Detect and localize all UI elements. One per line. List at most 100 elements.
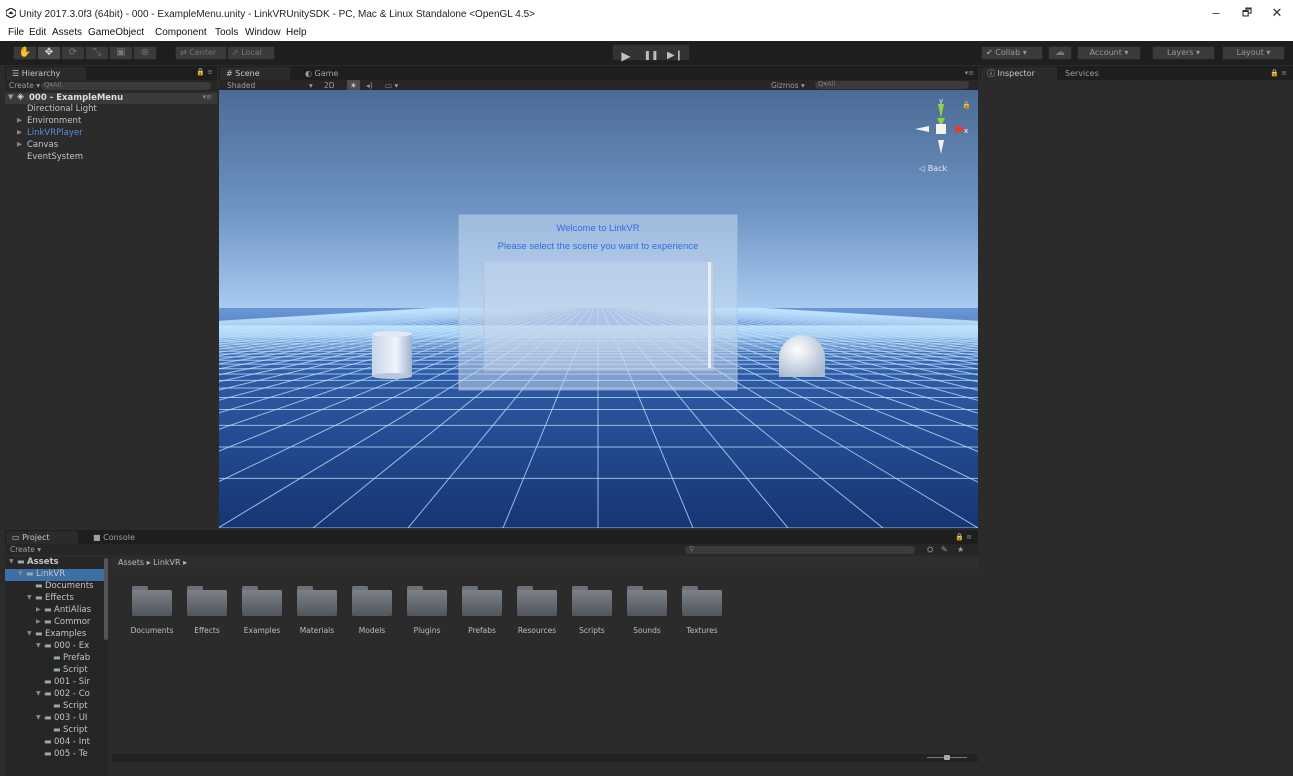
menu-edit[interactable]: Edit bbox=[29, 27, 46, 38]
maximize-button[interactable]: 🗗 bbox=[1232, 5, 1262, 21]
project-search-input[interactable]: ⚲ bbox=[685, 545, 915, 554]
project-create-button[interactable]: Create ▾ bbox=[10, 544, 41, 555]
project-tree-item[interactable]: ▬ Script bbox=[5, 725, 104, 737]
hierarchy-scene-row[interactable]: ▼ ◈ 000 - ExampleMenu ▾≡ bbox=[5, 92, 217, 104]
project-tree-item[interactable]: ▬ 001 - Sir bbox=[5, 677, 104, 689]
gizmo-back-label[interactable]: ◁ Back bbox=[919, 164, 947, 173]
tab-services[interactable]: Services bbox=[1059, 67, 1119, 80]
expand-arrow-icon[interactable]: ▶ bbox=[36, 618, 41, 625]
project-tree-item[interactable]: ▬ Script bbox=[5, 701, 104, 713]
filter-type-icon[interactable]: ⛭ bbox=[927, 544, 933, 555]
hierarchy-item[interactable]: EventSystem bbox=[5, 152, 217, 164]
scene-search-input[interactable]: Q▾All bbox=[815, 80, 969, 89]
scale-tool-icon[interactable]: ⤡ bbox=[85, 46, 109, 60]
layers-dropdown[interactable]: Layers ▾ bbox=[1152, 46, 1215, 60]
rotate-tool-icon[interactable]: ⟳ bbox=[61, 46, 85, 60]
expand-arrow-icon[interactable]: ▶ bbox=[17, 140, 22, 148]
hierarchy-create-button[interactable]: Create ▾ bbox=[9, 80, 40, 91]
folder-item[interactable]: Sounds bbox=[617, 570, 677, 635]
hierarchy-item[interactable]: Directional Light bbox=[5, 104, 217, 116]
folder-item[interactable]: Examples bbox=[232, 570, 292, 635]
expand-arrow-icon[interactable]: ▼ bbox=[36, 714, 41, 721]
hierarchy-item[interactable]: ▶ Canvas bbox=[5, 140, 217, 152]
scene-viewport[interactable]: Welcome to LinkVR Please select the scen… bbox=[219, 90, 978, 528]
menu-gameobject[interactable]: GameObject bbox=[88, 27, 144, 38]
tab-hierarchy[interactable]: ☰ Hierarchy bbox=[6, 67, 86, 80]
scene-panel-menu-icon[interactable]: ▾≡ bbox=[965, 69, 974, 77]
breadcrumb[interactable]: Assets ▸ LinkVR ▸ bbox=[118, 558, 187, 567]
pivot-center-toggle[interactable]: ⇄ Center bbox=[175, 46, 227, 60]
orientation-gizmo-icon[interactable]: y x 🔒 bbox=[909, 96, 973, 160]
expand-arrow-icon[interactable]: ▶ bbox=[17, 116, 22, 124]
tab-scene[interactable]: # Scene bbox=[220, 67, 290, 80]
collab-dropdown[interactable]: ✔ Collab ▾ bbox=[981, 46, 1043, 60]
project-tree-item[interactable]: ▼ ▬ 000 - Ex bbox=[5, 641, 104, 653]
expand-arrow-icon[interactable]: ▼ bbox=[36, 642, 41, 649]
project-tree-item[interactable]: ▶ ▬ AntiAlias bbox=[5, 605, 104, 617]
project-tree-item[interactable]: ▼ ▬ 003 - UI bbox=[5, 713, 104, 725]
folder-item[interactable]: Effects bbox=[177, 570, 237, 635]
folder-item[interactable]: Resources bbox=[507, 570, 567, 635]
hierarchy-item[interactable]: ▶ Environment bbox=[5, 116, 217, 128]
space-local-toggle[interactable]: ⬀ Local bbox=[227, 46, 275, 60]
pause-button[interactable]: ❚❚ bbox=[641, 48, 661, 64]
transform-tool-icon[interactable]: ⊛ bbox=[133, 46, 157, 60]
panel-menu-icon[interactable]: 🔒 ≡ bbox=[196, 68, 213, 76]
project-tree-item[interactable]: ▬ Documents bbox=[5, 581, 104, 593]
scene-menu-icon[interactable]: ▾≡ bbox=[203, 93, 212, 101]
expand-arrow-icon[interactable]: ▶ bbox=[36, 606, 41, 613]
project-tree-item[interactable]: ▼ ▬ Assets bbox=[5, 557, 104, 569]
tab-console[interactable]: ■ Console bbox=[87, 531, 157, 544]
menu-file[interactable]: File bbox=[8, 27, 24, 38]
close-button[interactable]: ✕ bbox=[1262, 5, 1292, 21]
folder-item[interactable]: Prefabs bbox=[452, 570, 512, 635]
folder-item[interactable]: Documents bbox=[122, 570, 182, 635]
play-button[interactable]: ▶ bbox=[616, 48, 636, 64]
menu-component[interactable]: Component bbox=[155, 27, 207, 38]
project-tree-item[interactable]: ▼ ▬ 002 - Co bbox=[5, 689, 104, 701]
project-tree-item[interactable]: ▬ 005 - Te bbox=[5, 749, 104, 761]
menu-assets[interactable]: Assets bbox=[52, 27, 82, 38]
hierarchy-item[interactable]: ▶ LinkVRPlayer bbox=[5, 128, 217, 140]
favorite-star-icon[interactable]: ★ bbox=[957, 544, 964, 555]
project-tree-item[interactable]: ▼ ▬ LinkVR bbox=[5, 569, 104, 581]
tab-project[interactable]: ▭ Project bbox=[6, 531, 78, 544]
project-tree-item[interactable]: ▬ 004 - Int bbox=[5, 737, 104, 749]
expand-arrow-icon[interactable]: ▶ bbox=[17, 128, 22, 136]
move-tool-icon[interactable]: ✥ bbox=[37, 46, 61, 60]
rect-tool-icon[interactable]: ▣ bbox=[109, 46, 133, 60]
expand-arrow-icon[interactable]: ▼ bbox=[9, 558, 14, 565]
expand-arrow-icon[interactable]: ▼ bbox=[8, 93, 13, 101]
project-menu-icon[interactable]: 🔒 ≡ bbox=[955, 533, 972, 541]
tab-inspector[interactable]: ⓘ Inspector bbox=[981, 67, 1057, 80]
expand-arrow-icon[interactable]: ▼ bbox=[27, 630, 32, 637]
project-tree-item[interactable]: ▬ Script bbox=[5, 665, 104, 677]
menu-help[interactable]: Help bbox=[286, 27, 307, 38]
folder-item[interactable]: Textures bbox=[672, 570, 732, 635]
expand-arrow-icon[interactable]: ▼ bbox=[18, 570, 23, 577]
tree-scrollbar[interactable] bbox=[104, 558, 108, 640]
folder-item[interactable]: Models bbox=[342, 570, 402, 635]
layout-dropdown[interactable]: Layout ▾ bbox=[1222, 46, 1285, 60]
expand-arrow-icon[interactable]: ▼ bbox=[27, 594, 32, 601]
folder-item[interactable]: Materials bbox=[287, 570, 347, 635]
project-tree-item[interactable]: ▬ Prefab bbox=[5, 653, 104, 665]
hierarchy-search-input[interactable]: Q▾All bbox=[41, 81, 211, 90]
project-tree-item[interactable]: ▼ ▬ Effects bbox=[5, 593, 104, 605]
zoom-slider-handle[interactable] bbox=[944, 755, 950, 760]
cloud-button[interactable]: ☁ bbox=[1048, 46, 1072, 60]
folder-item[interactable]: Plugins bbox=[397, 570, 457, 635]
project-tree-item[interactable]: ▼ ▬ Examples bbox=[5, 629, 104, 641]
menu-window[interactable]: Window bbox=[245, 27, 281, 38]
menu-tools[interactable]: Tools bbox=[215, 27, 238, 38]
step-button[interactable]: ▶❙ bbox=[665, 48, 685, 64]
hand-tool-icon[interactable]: ✋ bbox=[13, 46, 37, 60]
account-dropdown[interactable]: Account ▾ bbox=[1077, 46, 1141, 60]
inspector-menu-icon[interactable]: 🔒 ≡ bbox=[1270, 69, 1287, 77]
project-tree-item[interactable]: ▶ ▬ Commor bbox=[5, 617, 104, 629]
filter-label-icon[interactable]: ✎ bbox=[941, 544, 948, 555]
expand-arrow-icon[interactable]: ▼ bbox=[36, 690, 41, 697]
folder-item[interactable]: Scripts bbox=[562, 570, 622, 635]
tab-game[interactable]: ◐ Game bbox=[299, 67, 359, 80]
minimize-button[interactable]: – bbox=[1201, 5, 1231, 21]
